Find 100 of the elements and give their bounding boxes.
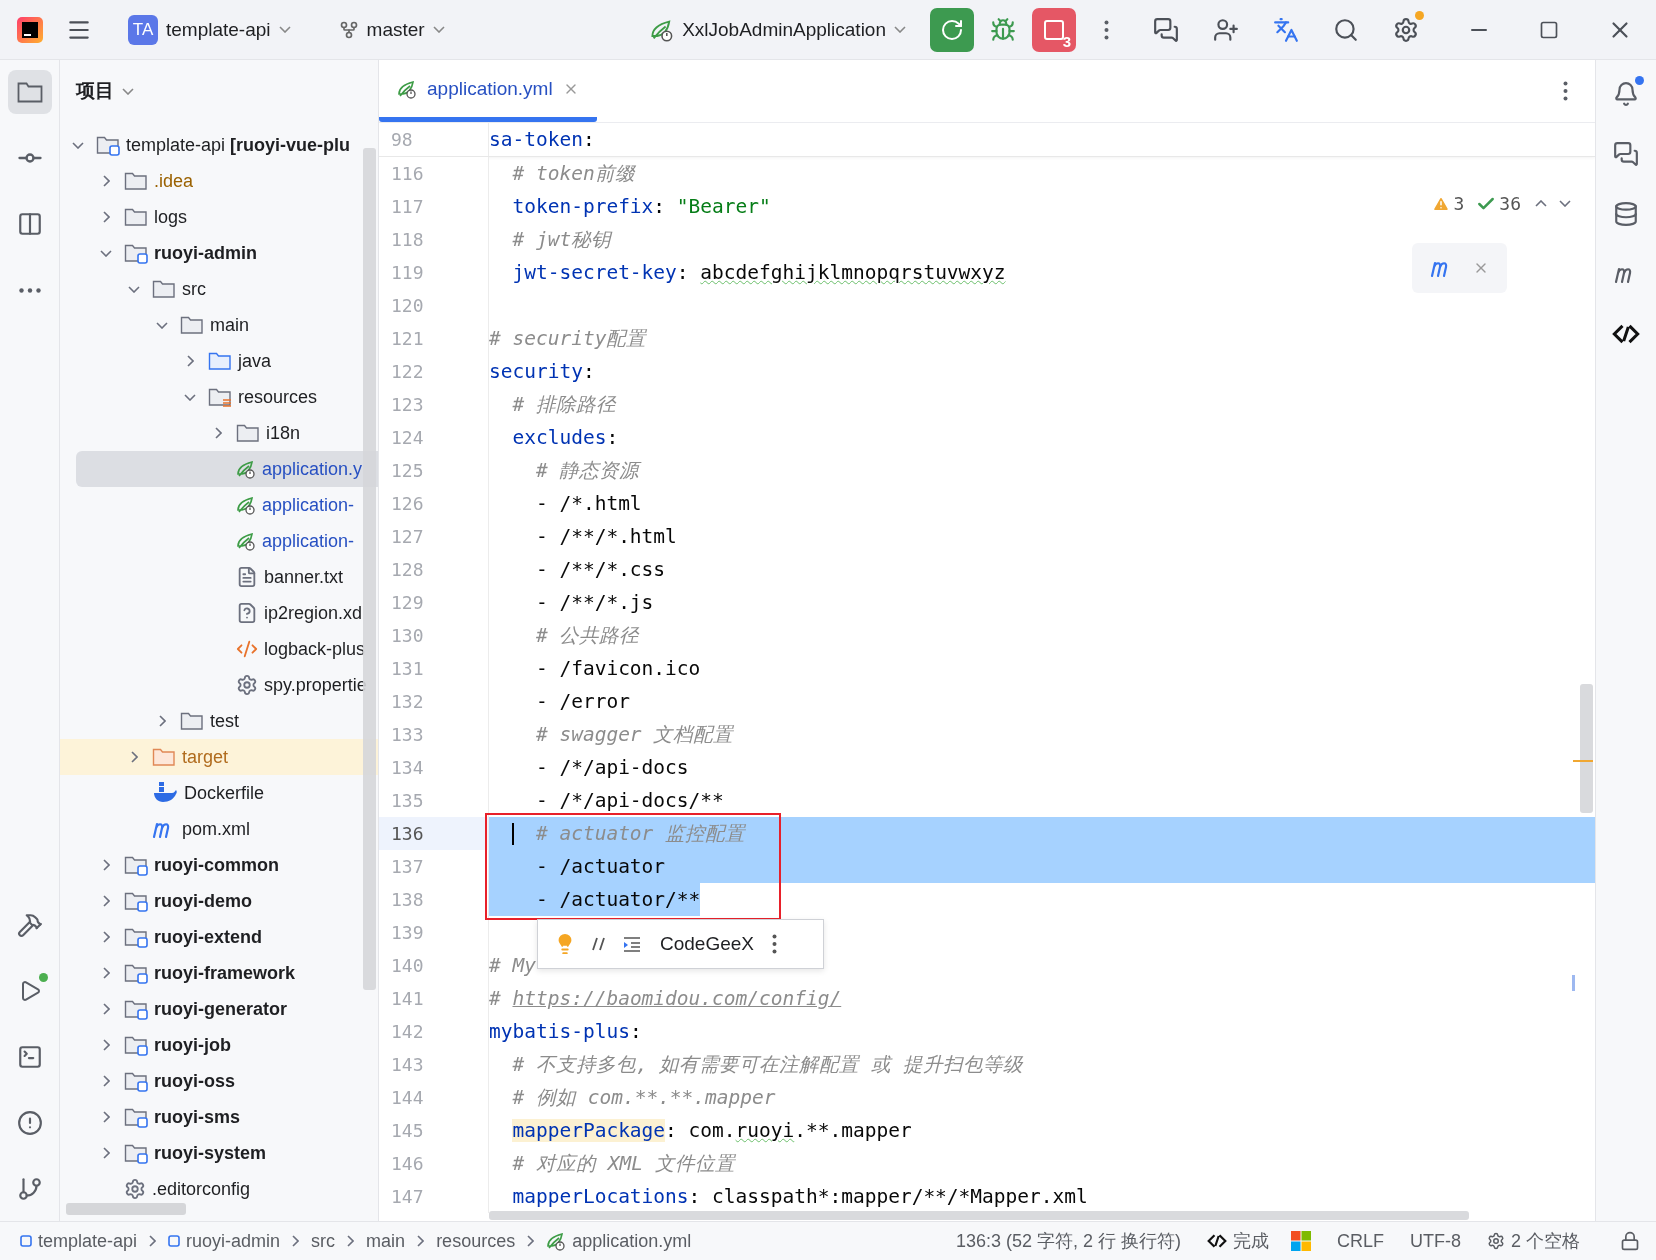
item-label: resources — [238, 386, 318, 408]
app-logo[interactable] — [16, 15, 44, 44]
line-separator[interactable]: CRLF — [1336, 1230, 1384, 1252]
tree-item[interactable]: i18n — [60, 415, 378, 451]
tree-item[interactable]: main — [60, 307, 378, 343]
tree-item[interactable]: logback-plus — [60, 631, 378, 667]
folder-icon — [180, 710, 204, 732]
tree-item[interactable]: application- — [60, 523, 378, 559]
breadcrumb[interactable]: template-api — [20, 1230, 138, 1252]
more-icon[interactable] — [772, 934, 777, 954]
change-marker — [1572, 975, 1575, 991]
tree-item[interactable]: spy.propertie — [60, 667, 378, 703]
line-number: 145 — [391, 1120, 424, 1141]
folder-icon — [180, 314, 204, 336]
code-text: : — [606, 426, 619, 449]
tree-item[interactable]: .editorconfig — [60, 1171, 378, 1207]
tree-item[interactable]: Dockerfile — [60, 775, 378, 811]
lock-icon[interactable] — [1620, 1231, 1640, 1251]
caret-position[interactable]: 136:3 (52 字符, 2 行 换行符) — [955, 1229, 1181, 1253]
tree-item[interactable]: ruoyi-system — [60, 1135, 378, 1171]
folder-icon — [124, 170, 148, 192]
item-label: ruoyi-common — [154, 854, 279, 876]
item-label: banner.txt — [264, 566, 344, 588]
tree-item[interactable]: java — [60, 343, 378, 379]
more-icon[interactable] — [1103, 19, 1109, 40]
bug-icon[interactable] — [990, 16, 1016, 43]
comment-slashes-icon[interactable] — [590, 935, 608, 953]
notification-dot — [1635, 76, 1644, 85]
gear-icon — [124, 1178, 146, 1200]
panel-title[interactable]: 项目 — [76, 78, 114, 104]
tree-item[interactable]: resources — [60, 379, 378, 415]
chat-icon[interactable] — [1153, 16, 1179, 43]
indent-icon[interactable] — [622, 935, 642, 953]
scrollbar[interactable] — [489, 1211, 1469, 1220]
tree-item[interactable]: ruoyi-admin — [60, 235, 378, 271]
breadcrumb[interactable]: main — [366, 1230, 406, 1252]
item-label: ruoyi-job — [154, 1034, 231, 1056]
line-number: 134 — [391, 757, 424, 778]
project-selector[interactable]: TA template-api — [120, 8, 299, 51]
scrollbar[interactable] — [66, 1203, 186, 1215]
breadcrumb[interactable]: resources — [436, 1230, 516, 1252]
tree-item[interactable]: application.y — [76, 451, 378, 487]
translate-icon[interactable] — [1273, 16, 1299, 43]
indent-setting[interactable]: 2 个空格 — [1487, 1229, 1580, 1253]
line-number: 133 — [391, 724, 424, 745]
file-encoding[interactable]: UTF-8 — [1410, 1230, 1461, 1252]
chevron-right-icon — [102, 931, 110, 943]
project-tool-button[interactable] — [7, 70, 52, 114]
chevron-right-icon — [102, 895, 110, 907]
tree-item[interactable]: ruoyi-demo — [60, 883, 378, 919]
tree-item[interactable]: template-api [ruoyi-vue-plu — [60, 127, 378, 163]
search-icon[interactable] — [1333, 16, 1359, 43]
tree-item[interactable]: application- — [60, 487, 378, 523]
module-folder-icon — [124, 1070, 148, 1092]
tree-item[interactable]: ruoyi-job — [60, 1027, 378, 1063]
breadcrumb[interactable]: application.yml — [546, 1230, 692, 1252]
chevron-down-icon — [156, 321, 168, 329]
folder-icon — [152, 746, 176, 768]
tree-item[interactable]: ruoyi-oss — [60, 1063, 378, 1099]
run-configuration-selector[interactable]: XxlJobAdminApplication — [642, 11, 914, 48]
code-comment: # 对应的 XML 文件位置 — [512, 1151, 735, 1177]
code-text: - /*.html — [535, 492, 642, 515]
chevron-right-icon — [417, 1235, 425, 1247]
tree-item[interactable]: target — [60, 739, 378, 775]
stop-button[interactable]: 3 — [1032, 7, 1076, 52]
maven-reload-popup[interactable] — [1412, 243, 1507, 293]
item-label: pom.xml — [182, 818, 250, 840]
tree-item[interactable]: ruoyi-extend — [60, 919, 378, 955]
settings-icon[interactable] — [1393, 16, 1419, 43]
tree-item[interactable]: ruoyi-framework — [60, 955, 378, 991]
module-folder-icon — [124, 998, 148, 1020]
breadcrumb[interactable]: src — [311, 1230, 336, 1252]
module-folder-icon — [124, 1034, 148, 1056]
chevron-right-icon — [102, 211, 110, 223]
chevron-down-icon[interactable] — [1559, 200, 1571, 207]
rerun-button[interactable] — [930, 7, 974, 52]
tree-item[interactable]: pom.xml — [60, 811, 378, 847]
branch-selector[interactable]: master — [330, 12, 453, 47]
codegeex-status[interactable]: 完成 — [1206, 1229, 1269, 1253]
warning-count: 3 — [1453, 193, 1465, 214]
scrollbar[interactable] — [1580, 684, 1593, 813]
line-number: 124 — [391, 427, 424, 448]
tree-item[interactable]: ruoyi-common — [60, 847, 378, 883]
chevron-up-icon[interactable] — [1535, 200, 1547, 207]
tree-item[interactable]: src — [60, 271, 378, 307]
item-label: application- — [262, 494, 355, 516]
tree-item[interactable]: banner.txt — [60, 559, 378, 595]
tree-item[interactable]: test — [60, 703, 378, 739]
more-icon[interactable] — [1562, 81, 1568, 101]
tree-item[interactable]: ip2region.xd — [60, 595, 378, 631]
chevron-down-icon — [278, 26, 291, 33]
item-label: ip2region.xd — [264, 602, 363, 624]
tree-item[interactable]: logs — [60, 199, 378, 235]
tree-item[interactable]: .idea — [60, 163, 378, 199]
maximize-icon[interactable] — [1539, 19, 1559, 40]
codegeex-button[interactable]: CodeGeeX — [656, 933, 758, 955]
tree-item[interactable]: ruoyi-sms — [60, 1099, 378, 1135]
add-user-icon[interactable] — [1213, 16, 1239, 43]
tree-item[interactable]: ruoyi-generator — [60, 991, 378, 1027]
breadcrumb[interactable]: ruoyi-admin — [168, 1230, 281, 1252]
